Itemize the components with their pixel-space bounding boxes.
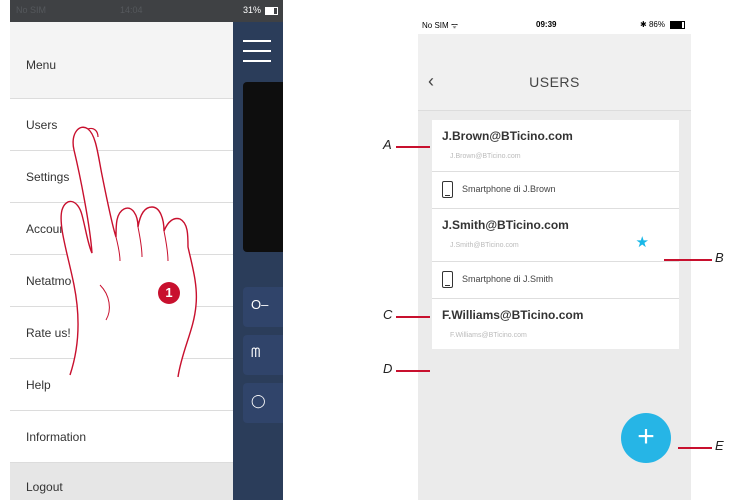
carrier-text: No SIM [422, 21, 449, 30]
callout-label-b: B [715, 250, 724, 265]
user-row[interactable]: F.Williams@BTicino.com F.Williams@BTicin… [432, 299, 679, 349]
user-subtitle: F.Williams@BTicino.com [450, 332, 527, 339]
step-number-badge: 1 [158, 282, 180, 304]
device-label: Smartphone di J.Smith [462, 274, 554, 284]
battery-text: 86% [648, 20, 665, 29]
battery-icon [265, 7, 278, 15]
user-subtitle: J.Brown@BTicino.com [450, 153, 521, 160]
user-row[interactable]: J.Smith@BTicino.com J.Smith@BTicino.com … [432, 209, 679, 262]
menu-title: Menu [26, 58, 57, 72]
menu-item-label: Logout [26, 480, 63, 494]
star-icon: ★ [635, 234, 649, 251]
add-user-button[interactable]: + [621, 413, 671, 463]
user-subtitle: J.Smith@BTicino.com [450, 242, 519, 249]
user-email: F.Williams@BTicino.com [442, 308, 584, 322]
smartphone-icon [442, 271, 453, 288]
callout-line-a [396, 146, 430, 148]
menu-item-logout[interactable]: Logout [10, 463, 233, 500]
users-header: ‹ USERS [418, 34, 691, 111]
device-label: Smartphone di J.Brown [462, 184, 556, 194]
callout-line-e [678, 447, 712, 449]
user-email: J.Smith@BTicino.com [442, 218, 569, 232]
carrier-label: No SIM [16, 5, 47, 15]
left-phone-screen: No SIM 14:04 31% O– ᗰ ◯ Menu Users Setti… [10, 0, 283, 500]
callout-line-b [664, 259, 712, 261]
battery-icon [670, 21, 685, 29]
menu-header: Menu [10, 22, 233, 99]
light-button[interactable]: ◯ [243, 383, 283, 423]
status-time: 09:39 [536, 20, 557, 29]
callout-line-d [396, 370, 430, 372]
user-row[interactable]: J.Brown@BTicino.com J.Brown@BTicino.com [432, 120, 679, 172]
bulb-icon: ◯ [251, 393, 266, 408]
wifi-icon: ᯤ [450, 21, 459, 30]
battery-percent: ✱ 86% [640, 20, 665, 29]
user-email: J.Brown@BTicino.com [442, 129, 573, 143]
page-title: USERS [529, 74, 580, 90]
pointing-hand-illustration [60, 126, 198, 378]
callout-label-a: A [383, 137, 392, 152]
hamburger-menu-icon[interactable] [243, 40, 271, 68]
menu-item-label: Help [26, 378, 51, 392]
right-phone-screen: No SIM ᯤ 09:39 ✱ 86% ‹ USERS J.Brown@BTi… [418, 16, 691, 500]
carrier-label: No SIM ᯤ [422, 20, 458, 31]
status-bar: No SIM 14:04 31% [10, 0, 283, 22]
menu-item-information[interactable]: Information [10, 411, 233, 463]
bluetooth-icon: ✱ [640, 20, 647, 29]
device-row[interactable]: Smartphone di J.Brown [432, 172, 679, 209]
status-time: 14:04 [120, 5, 143, 15]
callout-line-c [396, 316, 430, 318]
callout-label-e: E [715, 438, 724, 453]
callout-label-d: D [383, 361, 393, 376]
status-bar: No SIM ᯤ 09:39 ✱ 86% [418, 16, 691, 34]
device-row[interactable]: Smartphone di J.Smith [432, 262, 679, 299]
smartphone-icon [442, 181, 453, 198]
menu-item-label: Information [26, 430, 87, 444]
battery-percent: 31% [242, 5, 261, 15]
callout-label-c: C [383, 307, 393, 322]
users-list: J.Brown@BTicino.com J.Brown@BTicino.com … [432, 120, 679, 349]
